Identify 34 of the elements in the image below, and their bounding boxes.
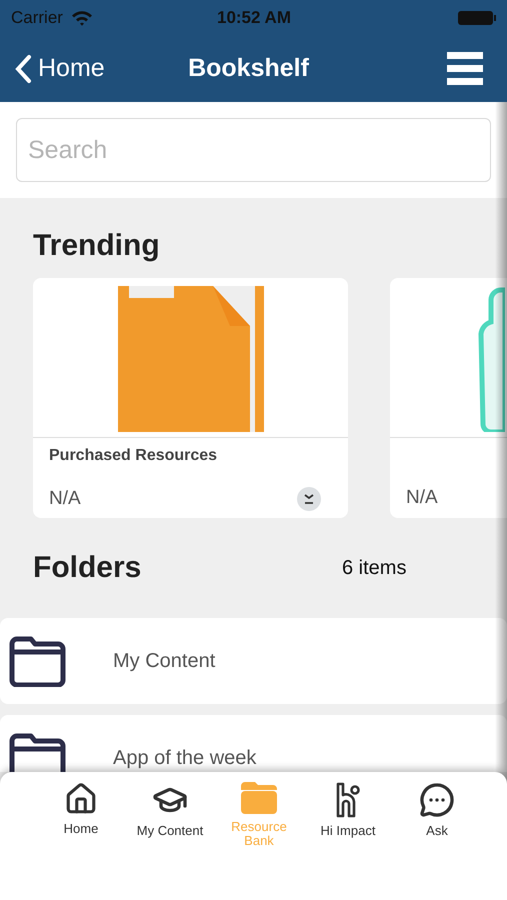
folder-row[interactable]: App of the week	[0, 715, 507, 772]
status-time: 10:52 AM	[216, 8, 291, 28]
card-subtitle: N/A	[49, 488, 81, 510]
tab-item[interactable]: Ask	[392, 782, 482, 838]
wifi-icon	[70, 10, 93, 26]
folder-icon	[9, 635, 66, 687]
folder-name: My Content	[113, 650, 216, 672]
resource-card[interactable]: Purchased Resources N/A	[33, 278, 348, 518]
section-heading: Trending	[33, 228, 161, 264]
battery-icon	[456, 10, 497, 26]
hi-icon	[335, 782, 361, 818]
item-count: 6 items	[342, 556, 406, 580]
chevron-left-icon	[14, 54, 32, 84]
card-title: Purchased Resources	[49, 447, 218, 464]
folder-icon	[9, 732, 66, 772]
search-field[interactable]: Search	[16, 118, 491, 182]
document-icon	[118, 286, 264, 432]
folder-name: App of the week	[113, 746, 256, 770]
tab-item[interactable]: My Content	[126, 782, 214, 838]
resource-card[interactable]: N/A	[390, 278, 507, 518]
folder-icon	[241, 782, 277, 814]
menu-icon	[446, 50, 483, 86]
expand-button[interactable]	[297, 487, 321, 511]
page-title: Bookshelf	[188, 54, 309, 83]
chevron-down-icon	[304, 494, 314, 504]
card-subtitle: N/A	[406, 487, 438, 509]
chat-icon	[419, 782, 455, 818]
tab-item[interactable]: Hi Impact	[304, 782, 392, 838]
folder-row[interactable]: My Content	[0, 618, 507, 704]
tab-item[interactable]: Home	[36, 782, 126, 836]
carrier-label: Carrier	[11, 8, 63, 28]
back-button[interactable]: Home	[14, 54, 144, 84]
section-heading: Folders	[33, 551, 142, 585]
home-icon	[64, 782, 98, 816]
